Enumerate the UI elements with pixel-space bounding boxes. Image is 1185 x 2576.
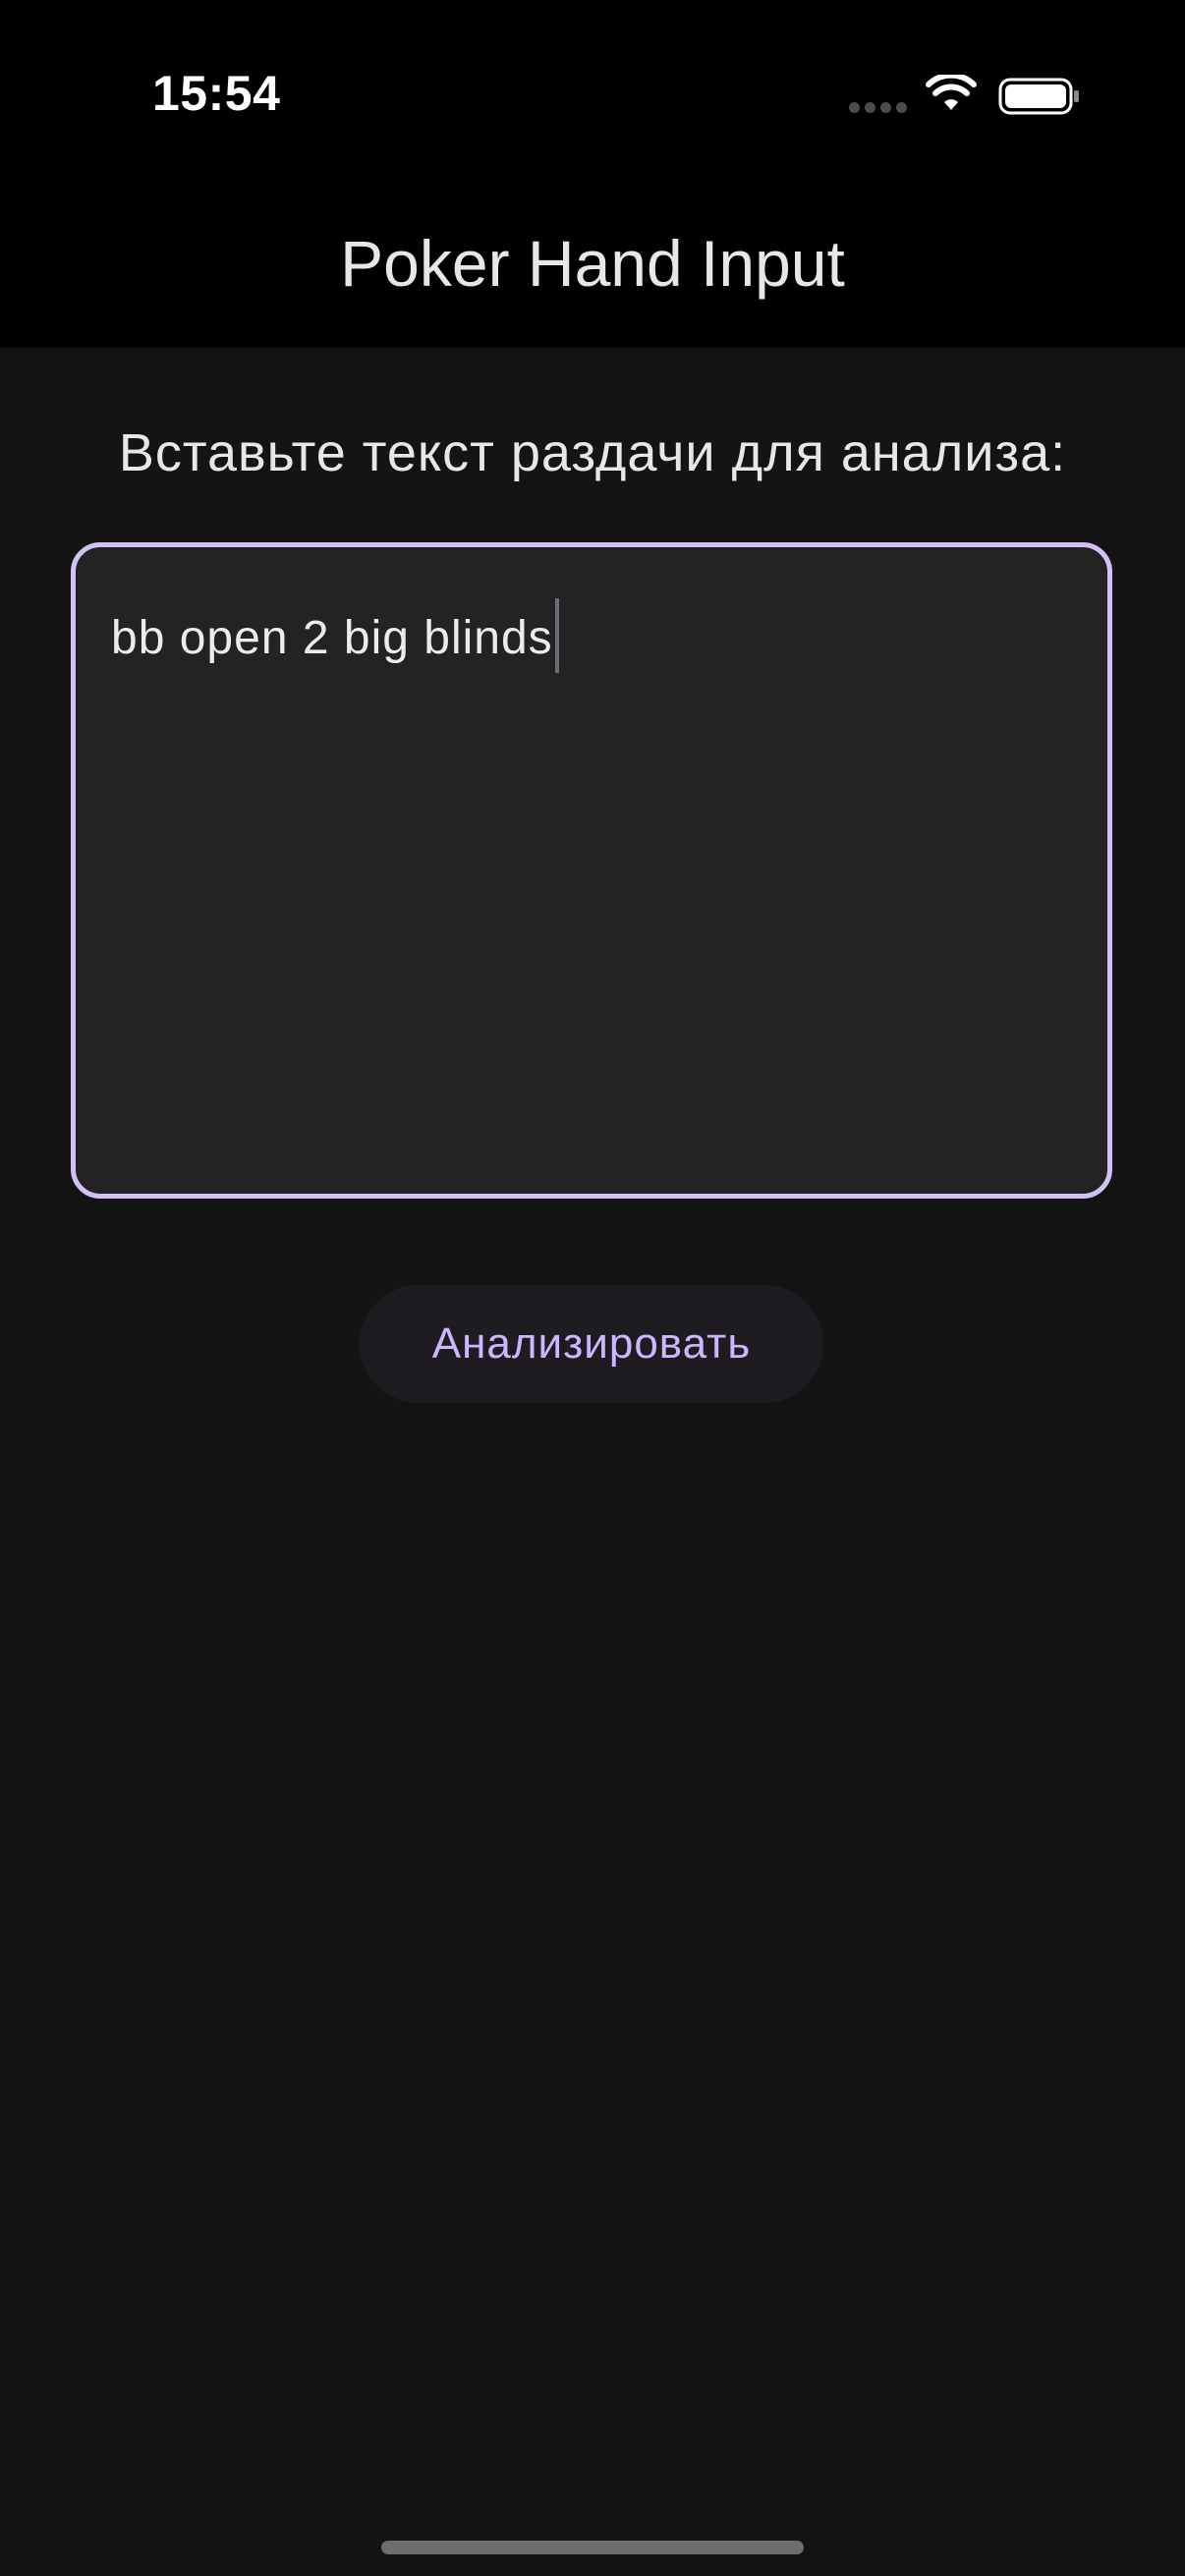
hand-text-value[interactable]: bb open 2 big blinds <box>111 598 559 675</box>
signal-dots-icon <box>849 102 908 114</box>
screen: 15:54 Poker Hand Input Вставьте текст ра… <box>0 0 1185 2576</box>
hand-text-content: bb open 2 big blinds <box>111 611 553 664</box>
app-bar: Poker Hand Input <box>0 187 1185 348</box>
hand-text-input[interactable]: bb open 2 big blinds <box>71 542 1112 1199</box>
page-title: Poker Hand Input <box>340 227 845 300</box>
home-indicator[interactable] <box>381 2541 804 2554</box>
analyze-button[interactable]: Анализировать <box>360 1285 823 1403</box>
status-bar: 15:54 <box>0 0 1185 187</box>
battery-icon <box>998 78 1079 115</box>
wifi-icon <box>926 75 977 110</box>
input-prompt-label: Вставьте текст раздачи для анализа: <box>118 423 1067 482</box>
text-cursor <box>554 598 559 673</box>
status-time: 15:54 <box>152 66 281 121</box>
